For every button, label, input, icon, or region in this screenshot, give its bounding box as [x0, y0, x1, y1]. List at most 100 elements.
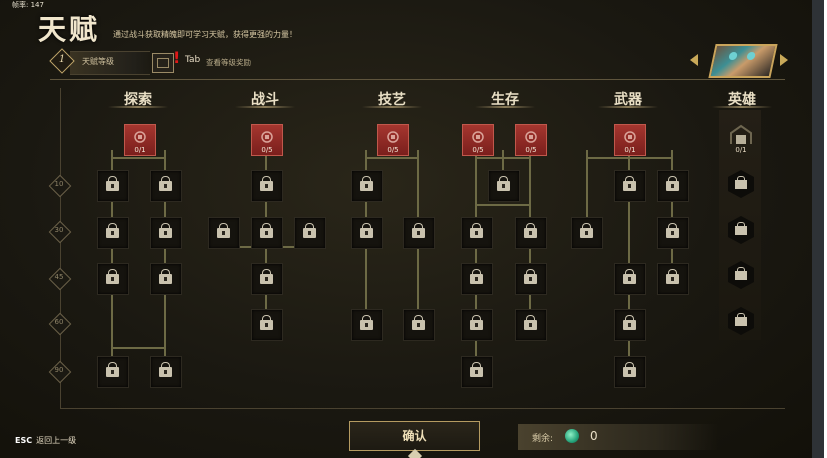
- remaining-label: 剩余:: [532, 434, 554, 444]
- lock-icon: [106, 223, 119, 238]
- lock-icon: [260, 315, 273, 330]
- remaining-value: 0: [590, 429, 598, 443]
- lock-icon: [159, 269, 172, 284]
- lock-icon: [159, 223, 172, 238]
- locked-talent-node[interactable]: [97, 356, 129, 388]
- locked-talent-node[interactable]: [251, 170, 283, 202]
- esc-key-label: ESC: [15, 436, 33, 445]
- category-underline: [108, 106, 168, 108]
- connector-line: [476, 204, 530, 206]
- esc-back-text: 返回上一级: [36, 436, 77, 445]
- confirm-button[interactable]: 确认: [349, 421, 480, 451]
- locked-talent-node[interactable]: [150, 263, 182, 295]
- shield-icon: [523, 130, 539, 146]
- locked-talent-node[interactable]: [614, 170, 646, 202]
- esc-back-hint[interactable]: ESC 返回上一级: [15, 435, 76, 446]
- hero-root-node[interactable]: [728, 124, 754, 146]
- talent-root-count: 0/1: [624, 146, 636, 154]
- lock-icon: [666, 269, 679, 284]
- locked-talent-node[interactable]: [351, 217, 383, 249]
- talent-root-node[interactable]: 0/5: [251, 124, 283, 156]
- locked-talent-node[interactable]: [571, 217, 603, 249]
- talent-root-node[interactable]: 0/5: [462, 124, 494, 156]
- locked-talent-node[interactable]: [351, 170, 383, 202]
- connector-line: [112, 347, 165, 349]
- locked-talent-node[interactable]: [208, 217, 240, 249]
- locked-talent-node[interactable]: [97, 217, 129, 249]
- lock-icon: [303, 223, 316, 238]
- next-hero-arrow-icon[interactable]: [780, 54, 788, 66]
- talent-level-label: 天赋等级: [82, 57, 114, 66]
- locked-talent-node[interactable]: [515, 309, 547, 341]
- talent-root-count: 0/1: [134, 146, 146, 154]
- locked-talent-node[interactable]: [351, 309, 383, 341]
- locked-talent-node[interactable]: [150, 356, 182, 388]
- locked-talent-node[interactable]: [461, 263, 493, 295]
- arch-icon: [730, 124, 752, 144]
- tab-hint-text[interactable]: 查看等级奖励: [206, 57, 251, 68]
- connector-line: [476, 157, 530, 159]
- locked-talent-node[interactable]: [294, 217, 326, 249]
- locked-talent-node[interactable]: [251, 263, 283, 295]
- category-underline: [712, 106, 772, 108]
- lock-icon: [159, 362, 172, 377]
- previous-hero-arrow-icon[interactable]: [690, 54, 698, 66]
- level-marker-label: 45: [54, 273, 64, 281]
- lock-icon: [360, 315, 373, 330]
- reward-chest-icon[interactable]: [152, 53, 174, 73]
- level-marker-label: 90: [54, 366, 64, 374]
- locked-talent-node[interactable]: [614, 263, 646, 295]
- tab-key-label: Tab: [185, 55, 201, 65]
- locked-talent-node[interactable]: [150, 170, 182, 202]
- connector-line: [112, 157, 165, 159]
- lock-icon: [580, 223, 593, 238]
- talent-root-node[interactable]: 0/1: [614, 124, 646, 156]
- level-marker-label: 10: [54, 180, 64, 188]
- locked-talent-node[interactable]: [657, 217, 689, 249]
- talent-root-node[interactable]: 0/1: [124, 124, 156, 156]
- lock-icon: [159, 176, 172, 191]
- locked-talent-node[interactable]: [461, 309, 493, 341]
- category-underline: [235, 106, 295, 108]
- talent-root-count: 0/5: [261, 146, 273, 154]
- locked-talent-node[interactable]: [97, 170, 129, 202]
- locked-talent-node[interactable]: [403, 217, 435, 249]
- talent-root-node[interactable]: 0/5: [515, 124, 547, 156]
- lock-icon: [106, 362, 119, 377]
- talent-root-count: 0/5: [387, 146, 399, 154]
- lock-icon: [470, 362, 483, 377]
- lock-icon: [470, 315, 483, 330]
- locked-talent-node[interactable]: [403, 309, 435, 341]
- locked-talent-node[interactable]: [614, 356, 646, 388]
- locked-talent-node[interactable]: [251, 309, 283, 341]
- category-underline: [362, 106, 422, 108]
- lock-icon: [360, 223, 373, 238]
- lock-icon: [735, 267, 747, 280]
- flame-icon: [385, 130, 401, 146]
- lock-icon: [260, 269, 273, 284]
- gear-icon: [132, 130, 148, 146]
- category-underline: [598, 106, 658, 108]
- lock-icon: [623, 362, 636, 377]
- locked-talent-node[interactable]: [515, 217, 547, 249]
- lock-icon: [524, 223, 537, 238]
- locked-talent-node[interactable]: [461, 217, 493, 249]
- hero-portrait[interactable]: [708, 44, 778, 78]
- talent-root-node[interactable]: 0/5: [377, 124, 409, 156]
- locked-talent-node[interactable]: [251, 217, 283, 249]
- lock-icon: [470, 269, 483, 284]
- lock-icon: [106, 269, 119, 284]
- locked-talent-node[interactable]: [150, 217, 182, 249]
- lock-icon: [524, 269, 537, 284]
- locked-talent-node[interactable]: [657, 170, 689, 202]
- locked-talent-node[interactable]: [461, 356, 493, 388]
- lock-icon: [497, 176, 510, 191]
- locked-talent-node[interactable]: [488, 170, 520, 202]
- lock-icon: [735, 313, 747, 326]
- lock-icon: [260, 176, 273, 191]
- tree-frame-bottom: [60, 408, 785, 409]
- locked-talent-node[interactable]: [614, 309, 646, 341]
- locked-talent-node[interactable]: [657, 263, 689, 295]
- locked-talent-node[interactable]: [515, 263, 547, 295]
- locked-talent-node[interactable]: [97, 263, 129, 295]
